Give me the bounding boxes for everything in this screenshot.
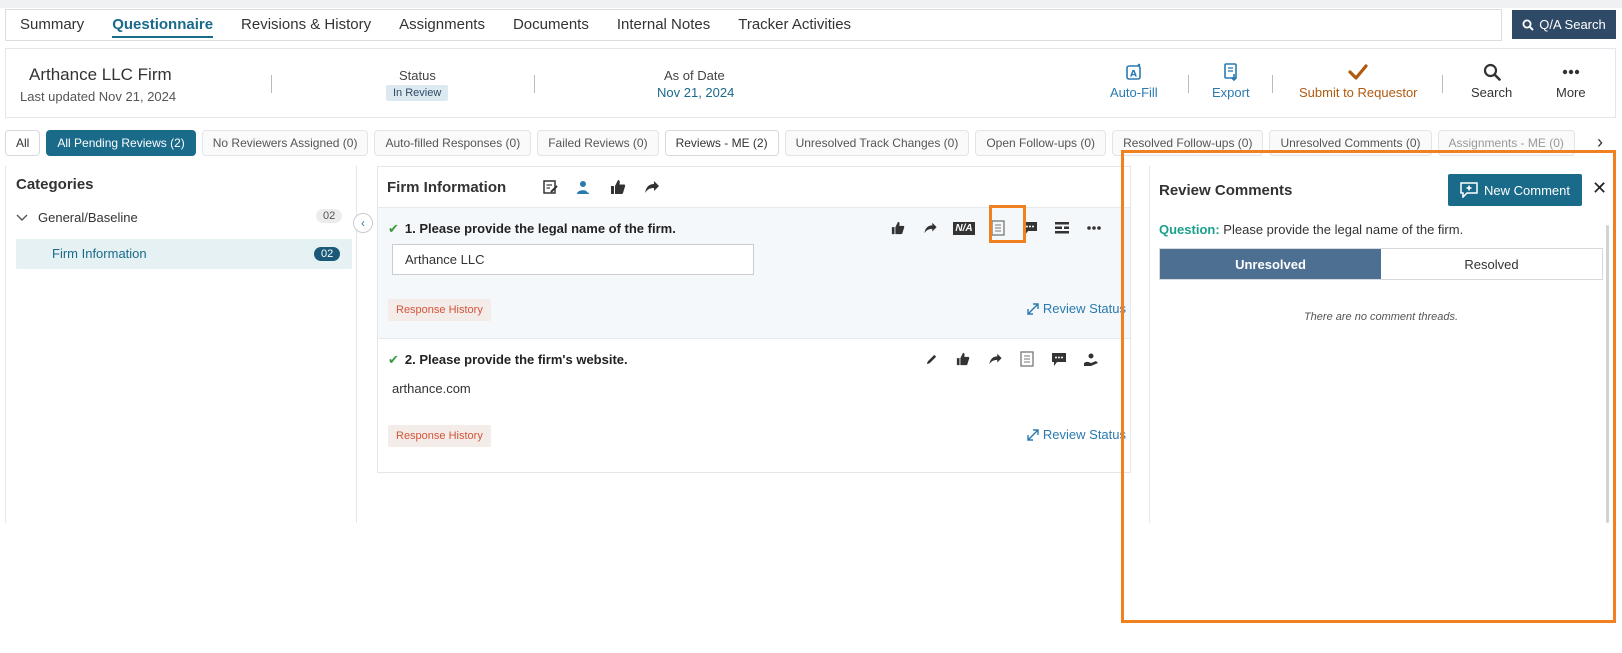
category-item-label: Firm Information: [52, 246, 147, 261]
tab-documents[interactable]: Documents: [499, 10, 603, 40]
status-label: Status: [399, 68, 436, 83]
category-item-count: 02: [314, 247, 341, 261]
tab-assignments[interactable]: Assignments: [385, 10, 499, 40]
filter-no-reviewers-assigned[interactable]: No Reviewers Assigned (0): [201, 130, 369, 156]
filter-unresolved-track-changes[interactable]: Unresolved Track Changes (0): [784, 130, 970, 156]
tab-questionnaire[interactable]: Questionnaire: [98, 10, 227, 40]
qa-search-button[interactable]: Q/A Search: [1512, 10, 1616, 39]
highlight-box: [989, 205, 1026, 243]
divider: [1442, 75, 1443, 93]
filter-auto-filled-responses[interactable]: Auto-filled Responses (0): [374, 130, 532, 156]
category-general-baseline[interactable]: General/Baseline 02: [16, 204, 352, 230]
firm-name: Arthance LLC Firm: [29, 65, 172, 84]
tab-revisions-history[interactable]: Revisions & History: [227, 10, 385, 40]
header-search-button[interactable]: Search: [1471, 63, 1512, 100]
svg-text:A: A: [1130, 70, 1137, 80]
autofill-icon: A: [1126, 63, 1141, 80]
highlight-frame: [1121, 150, 1616, 623]
response-history-button[interactable]: Response History: [388, 425, 491, 447]
question-toolbar: [908, 350, 1100, 368]
expand-icon: [1027, 428, 1039, 441]
chevron-down-icon: [16, 210, 30, 225]
filter-failed-reviews[interactable]: Failed Reviews (0): [537, 130, 659, 156]
asof-label: As of Date: [664, 68, 725, 83]
categories-title: Categories: [16, 176, 94, 193]
tab-summary[interactable]: Summary: [6, 10, 98, 40]
answer-input[interactable]: [392, 244, 754, 275]
assign-user-icon[interactable]: [576, 179, 592, 198]
more-dots-icon: [1562, 69, 1580, 75]
chevron-left-icon: ‹: [361, 216, 365, 230]
autofill-button[interactable]: A Auto-Fill: [1110, 63, 1158, 100]
response-history-button[interactable]: Response History: [388, 299, 491, 321]
thumbs-up-icon[interactable]: [610, 179, 626, 198]
forward-arrow-icon[interactable]: [986, 350, 1004, 368]
check-icon: ✔: [388, 221, 399, 236]
question-row: ✔ 2. Please provide the firm's website. a…: [378, 338, 1130, 473]
asof-date: Nov 21, 2024: [657, 85, 735, 100]
tab-tracker-activities[interactable]: Tracker Activities: [724, 10, 865, 40]
forward-arrow-icon[interactable]: [921, 219, 939, 237]
category-label: General/Baseline: [38, 209, 138, 225]
divider: [1272, 75, 1273, 93]
document-icon[interactable]: [1018, 350, 1036, 368]
expand-icon: [1027, 302, 1039, 315]
search-icon: [1483, 63, 1501, 81]
category-count: 02: [316, 209, 343, 223]
divider: [1188, 75, 1189, 93]
category-item-firm-information[interactable]: Firm Information 02: [16, 239, 352, 269]
top-strip: [0, 0, 1622, 8]
export-icon: [1223, 63, 1237, 81]
search-icon: [1522, 19, 1534, 31]
review-status-link[interactable]: Review Status: [1027, 301, 1126, 316]
hand-user-icon[interactable]: [1082, 350, 1100, 368]
list-icon[interactable]: [1053, 219, 1071, 237]
firm-header: Arthance LLC Firm Last updated Nov 21, 2…: [5, 48, 1616, 118]
edit-note-icon[interactable]: [542, 179, 558, 198]
divider: [534, 75, 535, 93]
categories-panel: Categories General/Baseline 02 Firm Info…: [5, 166, 357, 523]
answer-text: arthance.com: [392, 381, 471, 396]
export-button[interactable]: Export: [1212, 63, 1250, 100]
section-title: Firm Information: [387, 179, 507, 196]
comment-icon[interactable]: [1050, 350, 1068, 368]
collapse-panel-button[interactable]: ‹: [353, 213, 373, 233]
pencil-icon[interactable]: [922, 350, 940, 368]
checkmark-icon: [1348, 64, 1368, 80]
tab-internal-notes[interactable]: Internal Notes: [603, 10, 724, 40]
na-button[interactable]: N/A: [953, 219, 975, 237]
filter-all[interactable]: All: [5, 130, 41, 156]
thumbs-up-icon[interactable]: [954, 350, 972, 368]
question-text: 2. Please provide the firm's website.: [404, 352, 628, 367]
more-dots-icon[interactable]: [1085, 219, 1103, 237]
review-status-link[interactable]: Review Status: [1027, 427, 1126, 442]
check-icon: ✔: [388, 352, 399, 367]
filter-reviews-me[interactable]: Reviews - ME (2): [664, 130, 779, 156]
filter-all-pending-reviews[interactable]: All Pending Reviews (2): [46, 130, 196, 156]
section-toolbar: [542, 179, 660, 198]
divider: [271, 75, 272, 93]
thumbs-up-icon[interactable]: [889, 219, 907, 237]
more-button[interactable]: More: [1556, 63, 1586, 100]
forward-arrow-icon[interactable]: [644, 179, 660, 198]
last-updated: Last updated Nov 21, 2024: [20, 89, 177, 104]
submit-to-requestor-button[interactable]: Submit to Requestor: [1299, 63, 1418, 100]
main-tabs: Summary Questionnaire Revisions & Histor…: [5, 9, 1502, 41]
filter-open-follow-ups[interactable]: Open Follow-ups (0): [975, 130, 1107, 156]
section-header: Firm Information: [378, 167, 1130, 207]
question-text: 1. Please provide the legal name of the …: [404, 221, 676, 236]
status-badge: In Review: [386, 85, 449, 101]
